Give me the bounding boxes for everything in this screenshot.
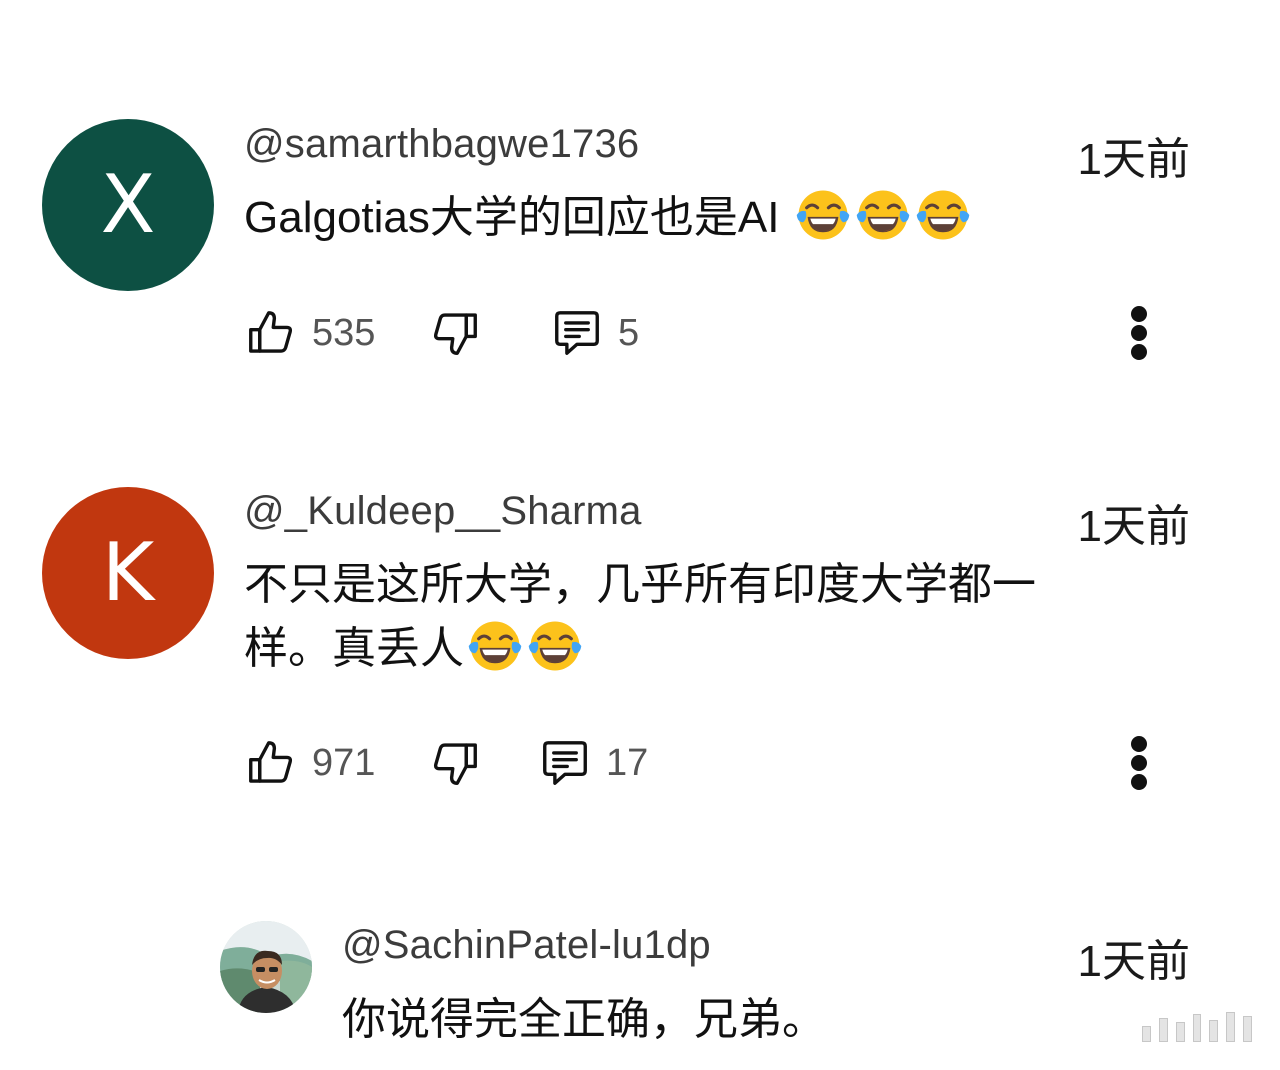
comment-timestamp: 1天前	[1077, 135, 1190, 184]
face-with-tears-of-joy-icon	[914, 186, 972, 244]
watermark	[1142, 1012, 1253, 1042]
comment-username[interactable]: @_Kuldeep__Sharma	[244, 489, 642, 534]
dislike-button[interactable]	[428, 733, 482, 793]
dislike-button[interactable]	[428, 303, 482, 363]
thumbs-down-icon	[428, 736, 482, 790]
reply-timestamp: 1天前	[1077, 937, 1190, 986]
comment-text-line: 不只是这所大学，几乎所有印度大学都一	[244, 560, 1036, 609]
reply-button[interactable]: 17	[538, 733, 648, 793]
like-button[interactable]: 971	[244, 733, 375, 793]
thumbs-up-icon	[244, 736, 298, 790]
comment-text: Galgotias大学的回应也是AI	[244, 186, 1144, 250]
reply-username[interactable]: @SachinPatel-lu1dp	[342, 923, 711, 968]
reply-text: 你说得完全正确，兄弟。	[342, 995, 826, 1044]
like-count: 971	[312, 741, 376, 784]
face-with-tears-of-joy-icon	[466, 617, 524, 675]
reply-count: 5	[618, 311, 640, 354]
comment-actions: 971 17	[244, 733, 1204, 793]
avatar-letter: X	[100, 158, 156, 251]
comment-username[interactable]: @samarthbagwe1736	[244, 122, 639, 167]
more-vertical-icon[interactable]	[1124, 733, 1154, 793]
avatar[interactable]: X	[42, 119, 214, 291]
comment-text-line-2: 样。真丢人	[244, 617, 1184, 681]
comment-actions: 535 5	[244, 303, 1204, 363]
face-with-tears-of-joy-icon	[854, 186, 912, 244]
more-vertical-icon[interactable]	[1124, 303, 1154, 363]
face-with-tears-of-joy-icon	[526, 617, 584, 675]
thumbs-down-icon	[428, 306, 482, 360]
like-button[interactable]: 535	[244, 303, 375, 363]
thumbs-up-icon	[244, 306, 298, 360]
reply-count: 17	[606, 741, 649, 784]
avatar-photo	[220, 921, 312, 1013]
like-count: 535	[312, 311, 376, 354]
avatar-letter: K	[101, 526, 155, 619]
comment-icon	[538, 736, 592, 790]
reply-button[interactable]: 5	[550, 303, 639, 363]
comment-text-body: Galgotias大学的回应也是AI	[244, 193, 780, 242]
comment-icon	[550, 306, 604, 360]
comment-timestamp: 1天前	[1077, 502, 1190, 551]
comment-text-body: 样。真丢人	[244, 624, 464, 673]
face-with-tears-of-joy-icon	[794, 186, 852, 244]
comment-text: 不只是这所大学，几乎所有印度大学都一 样。真丢人	[244, 553, 1184, 681]
avatar[interactable]	[220, 921, 312, 1013]
avatar[interactable]: K	[42, 487, 214, 659]
